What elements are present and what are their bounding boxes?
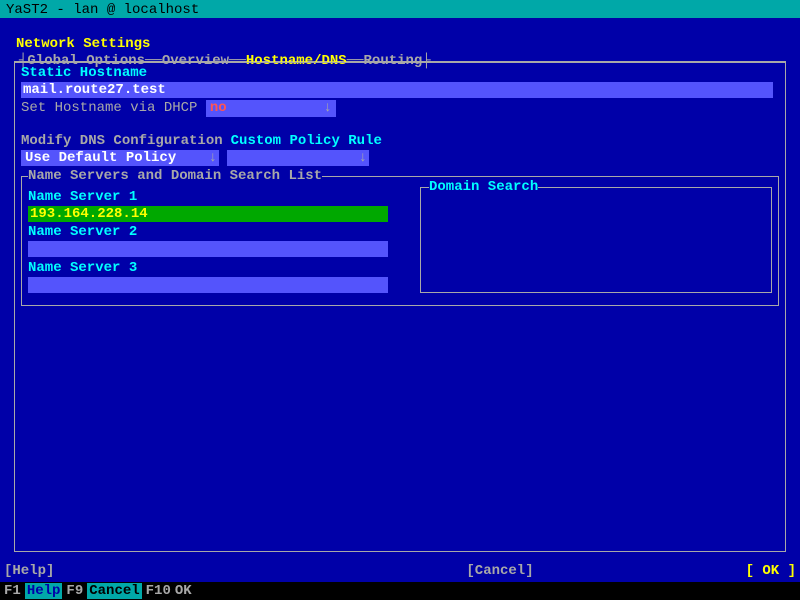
dhcp-value-text: no xyxy=(210,100,227,116)
window-titlebar: YaST2 - lan @ localhost xyxy=(0,0,800,18)
ns3-label: Name Server 3 xyxy=(28,260,408,277)
set-hostname-via-dhcp-dropdown[interactable]: no ↓ xyxy=(206,100,336,117)
screen: Network Settings ┤ Global Options ── Ove… xyxy=(0,18,800,582)
static-hostname-input[interactable] xyxy=(21,82,773,98)
custom-policy-rule-label: Custom Policy Rule xyxy=(231,133,382,150)
main-panel: Static Hostname Set Hostname via DHCP no… xyxy=(14,62,786,552)
ns1-label: Name Server 1 xyxy=(28,189,408,206)
bottom-button-bar: [Help] [Cancel] [ OK ] xyxy=(0,563,800,582)
ns3-input[interactable] xyxy=(28,277,388,293)
chevron-down-icon: ↓ xyxy=(359,150,367,167)
domain-search-legend: Domain Search xyxy=(429,179,538,196)
name-servers-fieldset: Name Servers and Domain Search List Name… xyxy=(21,168,779,306)
f1-key: F1 xyxy=(4,583,21,600)
ns1-input[interactable] xyxy=(28,206,388,222)
f10-key: F10 xyxy=(146,583,171,600)
chevron-down-icon: ↓ xyxy=(209,150,217,167)
f9-key: F9 xyxy=(66,583,83,600)
domain-search-box[interactable]: Domain Search xyxy=(420,187,772,293)
ns2-label: Name Server 2 xyxy=(28,224,408,241)
cancel-button[interactable]: [Cancel] xyxy=(466,563,533,580)
ns-fieldset-legend: Name Servers and Domain Search List xyxy=(28,168,322,185)
modify-dns-config-dropdown[interactable]: Use Default Policy ↓ xyxy=(21,150,219,166)
f9-label[interactable]: Cancel xyxy=(87,583,141,600)
f10-label[interactable]: OK xyxy=(175,583,192,600)
help-button[interactable]: [Help] xyxy=(4,563,54,580)
page-title: Network Settings xyxy=(16,36,790,53)
title-text: YaST2 - lan @ localhost xyxy=(6,2,199,18)
modify-dns-config-label: Modify DNS Configuration xyxy=(21,133,223,150)
static-hostname-label: Static Hostname xyxy=(21,65,779,82)
function-key-bar: F1Help F9Cancel F10OK xyxy=(0,582,800,600)
ok-button[interactable]: [ OK ] xyxy=(746,563,796,580)
ns2-input[interactable] xyxy=(28,241,388,257)
custom-policy-dropdown[interactable]: ↓ xyxy=(227,150,369,166)
f1-label[interactable]: Help xyxy=(25,583,63,600)
set-hostname-via-dhcp-label: Set Hostname via DHCP xyxy=(21,100,197,116)
chevron-down-icon: ↓ xyxy=(323,100,331,117)
modify-dns-value: Use Default Policy xyxy=(25,150,176,166)
